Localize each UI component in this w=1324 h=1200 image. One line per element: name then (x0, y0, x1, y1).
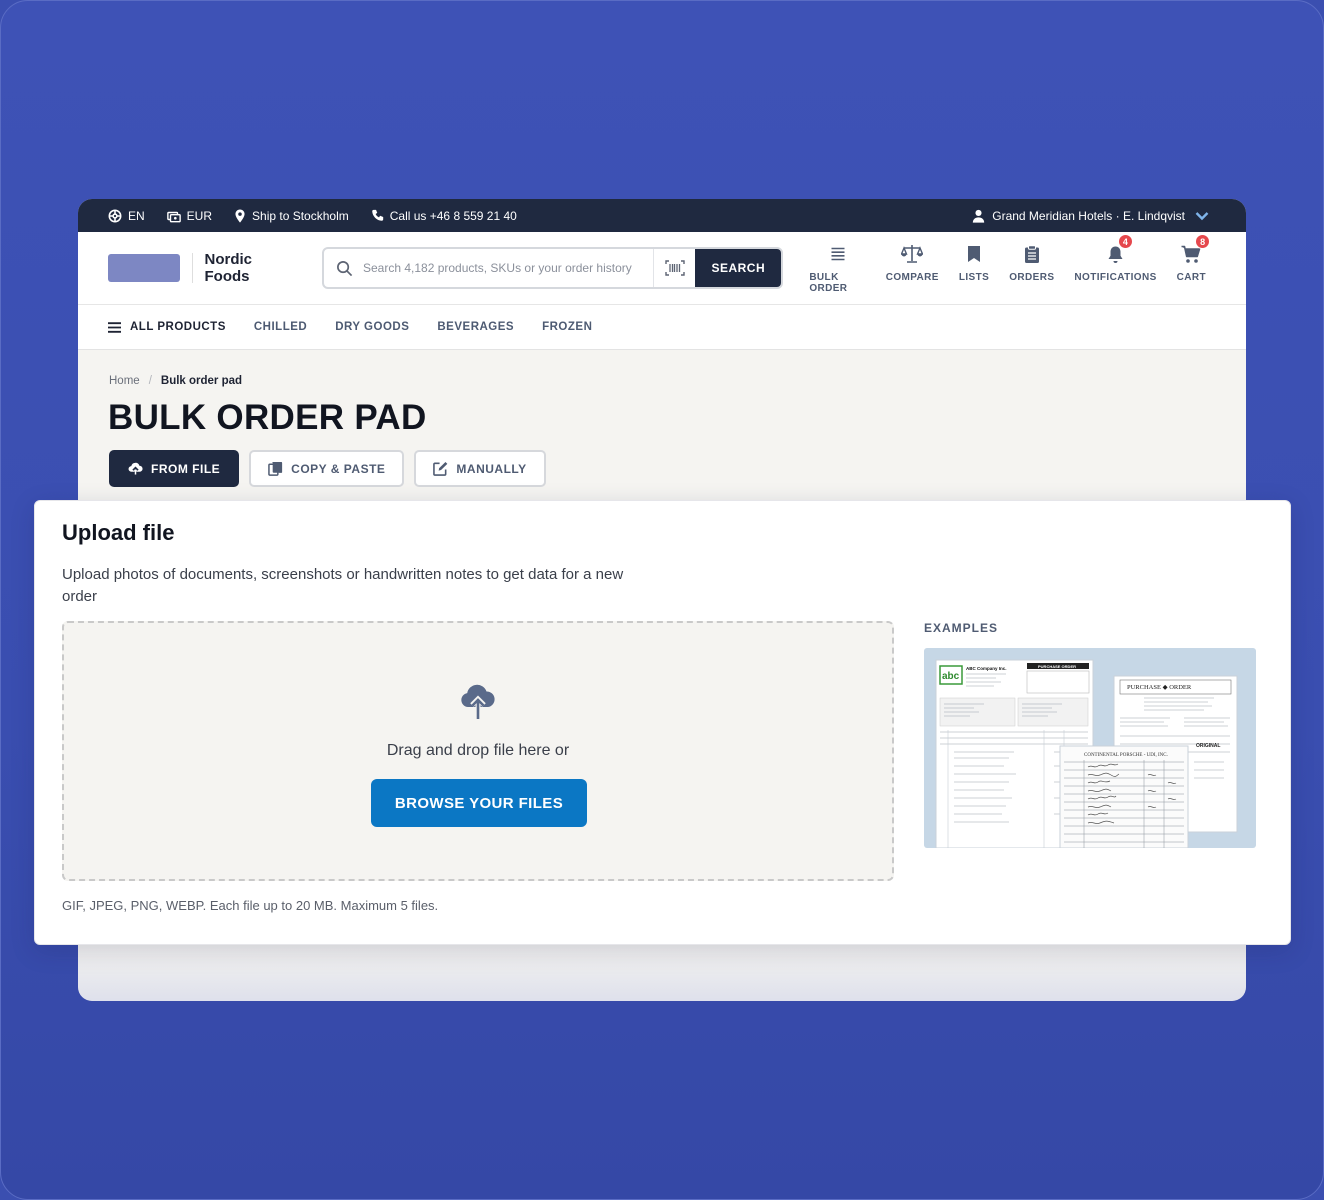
scale-icon (901, 242, 924, 266)
user-icon (973, 209, 985, 223)
breadcrumb: Home / Bulk order pad (109, 375, 242, 387)
doc1-logo-text: abc (942, 671, 960, 682)
nav-orders[interactable]: ORDERS (1009, 242, 1054, 294)
file-dropzone[interactable]: Drag and drop file here or BROWSE YOUR F… (62, 621, 894, 881)
list-icon (830, 242, 846, 266)
category-dry-goods[interactable]: DRY GOODS (335, 321, 409, 333)
nav-compare-label: COMPARE (885, 272, 939, 283)
window-fade (78, 944, 1246, 1001)
doc2-stamp-text: ORIGINAL (1196, 743, 1220, 749)
brand-divider (191, 253, 193, 283)
nav-orders-label: ORDERS (1009, 272, 1055, 283)
phone-link[interactable]: Call us +46 8 559 21 40 (371, 209, 517, 223)
cart-badge: 8 (1195, 234, 1211, 249)
account-label: Grand Meridian Hotels · E. Lindqvist (992, 208, 1185, 223)
currency-selector[interactable]: EUR (166, 208, 213, 223)
ship-to-selector[interactable]: Ship to Stockholm (234, 209, 349, 223)
copy-icon (268, 461, 283, 476)
account-menu[interactable]: Grand Meridian Hotels · E. Lindqvist (972, 209, 1216, 223)
upload-title: Upload file (62, 520, 175, 545)
browse-files-button[interactable]: BROWSE YOUR FILES (371, 779, 587, 827)
menu-icon (108, 321, 121, 333)
category-all-products[interactable]: ALL PRODUCTS (108, 321, 226, 333)
tab-copy-paste-label: COPY & PASTE (291, 461, 386, 476)
tab-manually-label: MANUALLY (456, 461, 527, 476)
brand-name: Nordic Foods (204, 251, 253, 285)
nav-bulk-order[interactable]: BULK ORDER (809, 242, 865, 294)
brand-logo[interactable] (108, 254, 180, 282)
breadcrumb-home[interactable]: Home (109, 375, 140, 387)
language-selector[interactable]: EN (108, 209, 145, 223)
location-pin-icon (235, 208, 245, 223)
globe-icon (108, 209, 122, 222)
clipboard-icon (1024, 242, 1040, 266)
file-format-hint: GIF, JPEG, PNG, WEBP. Each file up to 20… (62, 898, 439, 913)
bell-icon: 4 (1107, 234, 1134, 266)
header-nav: BULK ORDER COMPARE LISTS ORDERS 4 NOTIFI… (799, 234, 1216, 294)
nav-cart[interactable]: 8 CART (1176, 234, 1211, 294)
search-button[interactable]: SEARCH (695, 249, 782, 287)
barcode-scan-button[interactable] (653, 249, 695, 287)
input-mode-tabs: FROM FILE COPY & PASTE MANUALLY (109, 450, 556, 487)
tab-copy-paste[interactable]: COPY & PASTE (249, 450, 405, 487)
category-frozen[interactable]: FROZEN (542, 321, 592, 333)
notifications-badge: 4 (1118, 234, 1134, 249)
phone-icon (371, 209, 383, 221)
cloud-upload-icon (128, 462, 143, 475)
category-nav: ALL PRODUCTS CHILLED DRY GOODS BEVERAGES… (78, 305, 1246, 350)
doc1-heading-text: PURCHASE ORDER (1038, 664, 1076, 669)
search-bar: SEARCH (321, 247, 784, 289)
money-icon (166, 211, 181, 222)
tab-from-file-label: FROM FILE (151, 461, 221, 476)
category-chilled[interactable]: CHILLED (254, 321, 307, 333)
upload-description: Upload photos of documents, screenshots … (62, 566, 624, 605)
nav-lists[interactable]: LISTS (959, 242, 989, 294)
search-input[interactable] (362, 261, 654, 275)
doc2-heading-text: PURCHASE ◆ ORDER (1127, 684, 1192, 691)
nav-bulk-order-label: BULK ORDER (809, 272, 848, 294)
cloud-upload-icon (460, 681, 496, 726)
edit-icon (433, 461, 448, 476)
example-doc-handwritten-invoice: CONTINENTAL PORSCHE - UDI, INC. (1059, 745, 1189, 848)
chevron-down-icon (1195, 211, 1209, 220)
category-all-products-label: ALL PRODUCTS (130, 321, 226, 333)
main-header: Nordic Foods SEARCH BULK ORDER (78, 232, 1246, 305)
category-beverages[interactable]: BEVERAGES (437, 321, 514, 333)
phone-label: Call us +46 8 559 21 40 (389, 208, 517, 223)
top-bar: EN EUR Ship to Stockholm Call us +46 8 5… (78, 199, 1246, 232)
dropzone-text: Drag and drop file here or (386, 742, 570, 759)
tab-from-file[interactable]: FROM FILE (109, 450, 240, 487)
breadcrumb-separator: / (148, 375, 152, 387)
ship-to-label: Ship to Stockholm (252, 208, 349, 223)
currency-label: EUR (186, 208, 213, 223)
tab-manually[interactable]: MANUALLY (414, 450, 546, 487)
nav-notifications-label: NOTIFICATIONS (1074, 272, 1157, 283)
doc3-heading-text: CONTINENTAL PORSCHE - UDI, INC. (1084, 753, 1168, 758)
search-icon (336, 260, 353, 277)
nav-lists-label: LISTS (958, 272, 990, 283)
page-title: BULK ORDER PAD (108, 398, 427, 437)
upload-card: Upload file Upload photos of documents, … (34, 500, 1291, 945)
bookmark-icon (967, 242, 981, 266)
examples-image: abc ABC Company Inc. PURCHASE ORDER PURC… (924, 648, 1256, 848)
nav-notifications[interactable]: 4 NOTIFICATIONS (1074, 234, 1157, 294)
example-documents-illustration: abc ABC Company Inc. PURCHASE ORDER PURC… (935, 659, 1238, 848)
nav-cart-label: CART (1176, 272, 1207, 283)
examples-label: EXAMPLES (924, 621, 999, 635)
language-label: EN (128, 208, 145, 223)
doc1-company-text: ABC Company Inc. (966, 666, 1007, 671)
barcode-icon (665, 260, 685, 276)
cart-icon: 8 (1181, 234, 1211, 266)
nav-compare[interactable]: COMPARE (886, 242, 939, 294)
breadcrumb-current: Bulk order pad (160, 375, 243, 387)
